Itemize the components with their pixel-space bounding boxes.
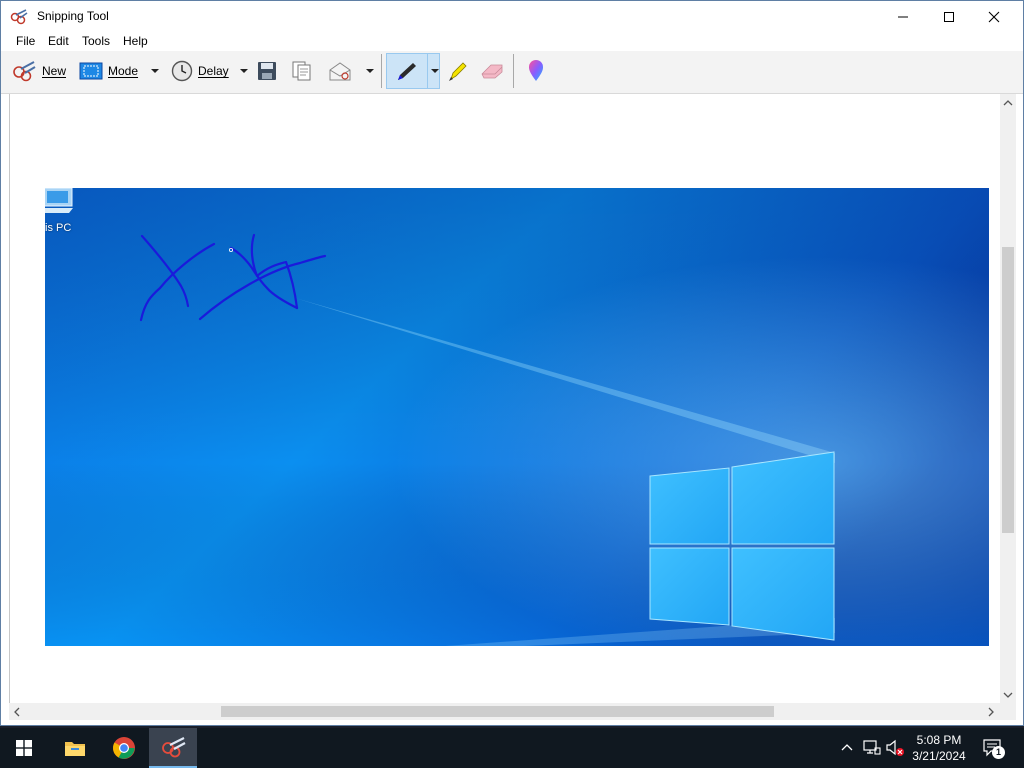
delay-button[interactable]: Delay — [171, 57, 229, 85]
toolbar: New Mode Delay — [1, 51, 1023, 94]
start-button[interactable] — [0, 728, 48, 768]
desktop-wallpaper-image — [45, 188, 989, 646]
snipping-tool-icon — [10, 9, 28, 25]
maximize-button[interactable] — [926, 1, 972, 32]
scroll-up-icon[interactable] — [1003, 99, 1013, 107]
pen-split-divider — [427, 54, 428, 88]
snipping-tool-taskbar-icon — [162, 737, 186, 758]
send-snip-button[interactable] — [328, 57, 354, 85]
notification-count-badge: 1 — [992, 746, 1005, 759]
menu-edit[interactable]: Edit — [48, 34, 69, 48]
paint3d-icon — [529, 60, 543, 81]
new-label: New — [42, 64, 67, 78]
horizontal-scroll-thumb[interactable] — [221, 706, 774, 717]
this-pc-desktop-icon — [45, 188, 73, 213]
menu-help[interactable]: Help — [123, 34, 148, 48]
menu-file[interactable]: File — [16, 34, 35, 48]
title-bar[interactable]: Snipping Tool — [1, 1, 1023, 32]
toolbar-separator-2 — [513, 54, 514, 88]
highlighter-icon — [449, 62, 467, 81]
windows-start-icon — [16, 740, 32, 756]
save-button[interactable] — [257, 57, 277, 85]
clock-date: 3/21/2024 — [912, 749, 966, 763]
copy-icon — [292, 61, 311, 81]
paint3d-button[interactable] — [525, 57, 547, 85]
taskbar: 5:08 PM 3/21/2024 1 — [0, 728, 1024, 768]
envelope-icon — [329, 62, 351, 81]
delay-label: Delay — [198, 64, 229, 78]
copy-button[interactable] — [291, 57, 313, 85]
mode-icon — [79, 62, 103, 80]
minimize-icon — [898, 16, 908, 17]
menu-tools[interactable]: Tools — [82, 34, 110, 48]
toolbar-separator — [381, 54, 382, 88]
maximize-icon — [944, 11, 954, 22]
clock-icon — [171, 60, 193, 82]
highlighter-button[interactable] — [447, 57, 469, 85]
desktop-icon-label: is PC — [45, 222, 72, 234]
show-hidden-icons-chevron-icon[interactable] — [841, 742, 853, 752]
snipping-tool-window: Snipping Tool File Edit Tools Help New M… — [0, 0, 1024, 726]
vertical-scroll-thumb[interactable] — [1002, 247, 1014, 533]
eraser-button[interactable] — [479, 57, 505, 85]
mode-dropdown-arrow[interactable] — [151, 69, 159, 73]
taskbar-file-explorer[interactable] — [51, 728, 99, 768]
mode-label: Mode — [108, 64, 139, 78]
volume-muted-icon[interactable] — [885, 739, 905, 757]
tray-clock[interactable]: 5:08 PM 3/21/2024 — [910, 732, 968, 764]
folder-icon — [65, 742, 85, 756]
mode-button[interactable]: Mode — [79, 57, 138, 85]
delay-dropdown-arrow[interactable] — [240, 69, 248, 73]
close-button[interactable] — [971, 1, 1017, 32]
menu-bar: File Edit Tools Help — [1, 32, 1023, 51]
minimize-button[interactable] — [880, 1, 926, 32]
pen-tool-button[interactable] — [386, 53, 440, 89]
scrollbar-corner — [1000, 703, 1016, 720]
new-button[interactable]: New — [11, 57, 66, 85]
new-snip-icon — [13, 61, 36, 82]
window-title: Snipping Tool — [37, 9, 109, 23]
snip-canvas[interactable]: is PC — [9, 94, 1001, 703]
network-icon[interactable] — [863, 740, 881, 756]
captured-snip-image[interactable]: is PC — [45, 188, 989, 646]
send-dropdown-arrow[interactable] — [366, 69, 374, 73]
clock-time: 5:08 PM — [916, 733, 962, 747]
scroll-left-icon[interactable] — [13, 707, 21, 717]
pen-icon — [398, 63, 416, 80]
close-icon — [988, 11, 1000, 22]
save-icon — [258, 62, 276, 80]
chrome-icon — [113, 737, 135, 759]
taskbar-snipping-tool[interactable] — [149, 728, 197, 768]
eraser-icon — [481, 64, 503, 79]
scroll-down-icon[interactable] — [1003, 691, 1013, 699]
taskbar-chrome[interactable] — [100, 728, 148, 768]
scroll-right-icon[interactable] — [987, 707, 995, 717]
pen-dropdown-arrow[interactable] — [431, 69, 439, 73]
action-center-button[interactable]: 1 — [982, 738, 1006, 760]
